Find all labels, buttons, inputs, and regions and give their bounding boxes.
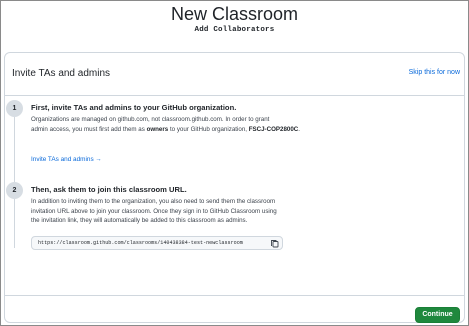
skip-link[interactable]: Skip this for now: [409, 69, 460, 76]
step-1-body-line2-post: to your GitHub organization,: [168, 125, 249, 133]
step-2-body-line2: invitation URL above to join your classr…: [31, 207, 277, 215]
step-2-title: Then, ask them to join this classroom UR…: [31, 185, 187, 194]
timeline-line: [14, 108, 15, 248]
continue-button[interactable]: Continue: [415, 307, 460, 323]
step-2-body-line3: the invitation link, they will automatic…: [31, 217, 248, 224]
invite-tas-link[interactable]: Invite TAs and admins →: [31, 156, 102, 163]
card-footer-divider: [5, 295, 464, 296]
step-2-body-line1: In addition to inviting them to the orga…: [31, 198, 276, 205]
step-1-body-line1: Organizations are managed on github.com,…: [31, 116, 270, 123]
card-title: Invite TAs and admins: [12, 68, 111, 79]
step-1-number: 1: [6, 100, 23, 117]
step-1-body-line2-pre: admin access, you must first add them as: [31, 125, 147, 133]
invite-card: Invite TAs and admins Skip this for now …: [4, 52, 465, 323]
step-2-body: In addition to inviting them to the orga…: [31, 197, 451, 226]
page-title: New Classroom: [170, 4, 299, 24]
org-name: FSCJ-COP2800C: [248, 125, 299, 133]
owners-emphasis: owners: [146, 125, 169, 133]
copy-icon[interactable]: [269, 237, 281, 249]
step-1-body: Organizations are managed on github.com,…: [31, 115, 451, 134]
step-1-title: First, invite TAs and admins to your Git…: [31, 103, 237, 112]
step-1-period: .: [298, 125, 300, 133]
page-subtitle: Add Collaborators: [194, 26, 275, 34]
step-2-number: 2: [6, 182, 23, 199]
classroom-url-field[interactable]: https://classroom.github.com/classrooms/…: [31, 236, 283, 250]
classroom-url[interactable]: https://classroom.github.com/classrooms/…: [38, 240, 243, 246]
card-header: Invite TAs and admins Skip this for now: [5, 53, 464, 96]
